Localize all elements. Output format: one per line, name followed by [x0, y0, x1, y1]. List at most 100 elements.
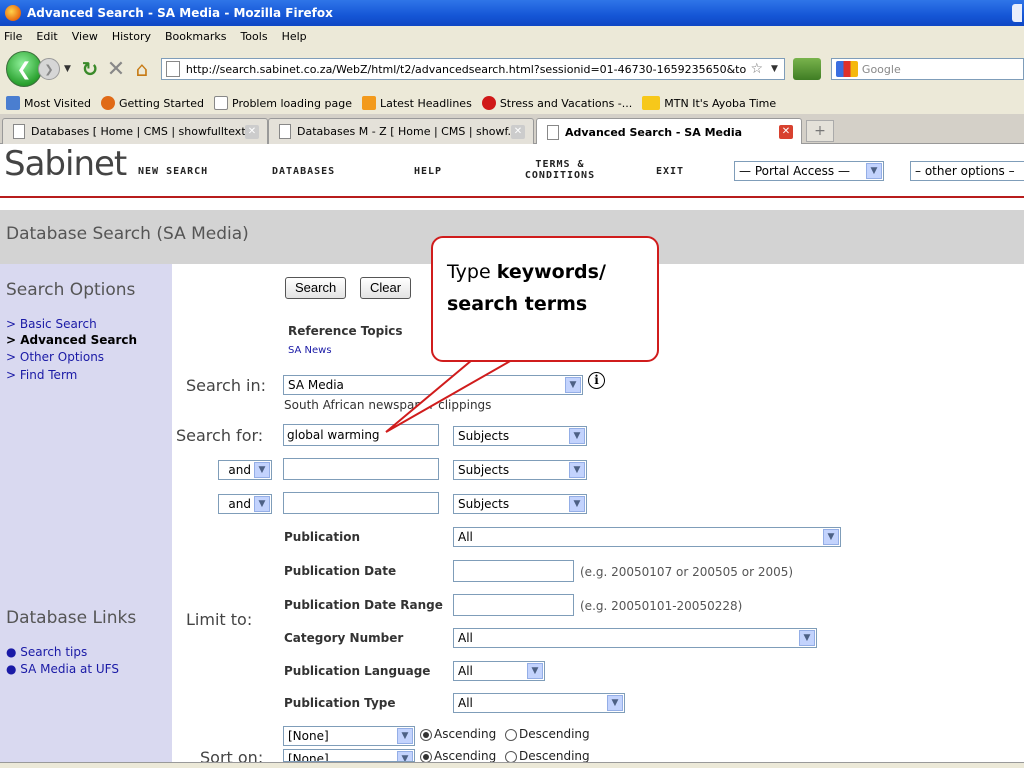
bookmark-problem-loading[interactable]: Problem loading page	[214, 96, 352, 110]
sa-news-link[interactable]: SA News	[288, 345, 332, 356]
menu-help[interactable]: Help	[282, 30, 307, 43]
search-term-input-3[interactable]	[283, 492, 439, 514]
bookmark-mtn[interactable]: MTN It's Ayoba Time	[642, 96, 776, 110]
portal-access-select[interactable]: — Portal Access — ▼	[734, 161, 884, 181]
ascending-radio-1[interactable]	[420, 729, 432, 741]
google-icon[interactable]	[835, 61, 858, 77]
other-options-select[interactable]: – other options –	[910, 161, 1024, 181]
callout-prefix: Type	[447, 261, 497, 283]
menu-bar: File Edit View History Bookmarks Tools H…	[0, 26, 1024, 46]
window-title: Advanced Search - SA Media - Mozilla Fir…	[27, 6, 333, 20]
bookmark-most-visited[interactable]: Most Visited	[6, 96, 91, 110]
tab-advanced-search[interactable]: Advanced Search - SA Media ✕	[536, 118, 802, 145]
sidebar-link-other-options[interactable]: > Other Options	[6, 350, 104, 364]
close-icon[interactable]: ✕	[779, 125, 793, 139]
search-in-label: Search in:	[186, 376, 267, 395]
nav-new-search[interactable]: NEW SEARCH	[138, 166, 208, 177]
new-tab-button[interactable]: +	[806, 120, 834, 142]
search-button[interactable]: Search	[285, 277, 347, 299]
close-icon[interactable]: ✕	[511, 125, 525, 139]
limit-category-label: Category Number	[284, 631, 404, 645]
sort-select-1[interactable]: [None] ▼	[283, 726, 415, 746]
clear-button[interactable]: Clear	[360, 277, 412, 299]
page-icon	[165, 61, 180, 77]
menu-tools[interactable]: Tools	[240, 30, 267, 43]
nav-exit[interactable]: EXIT	[656, 166, 684, 177]
menu-history[interactable]: History	[112, 30, 151, 43]
db-link-sa-media-ufs[interactable]: ● SA Media at UFS	[6, 662, 119, 676]
info-icon[interactable]: i	[588, 372, 605, 389]
ascending-label-2: Ascending	[434, 749, 497, 763]
firefox-icon	[5, 5, 21, 21]
limit-date-range-label: Publication Date Range	[284, 598, 443, 612]
menu-view[interactable]: View	[72, 30, 98, 43]
limit-to-label: Limit to:	[186, 610, 253, 629]
menu-bookmarks[interactable]: Bookmarks	[165, 30, 226, 43]
rss-icon	[361, 96, 376, 110]
sort-select-2[interactable]: [None] ▼	[283, 749, 415, 762]
bookmark-star-icon[interactable]: ☆	[750, 61, 763, 77]
field-select-1[interactable]: Subjects ▼	[453, 426, 587, 446]
category-select[interactable]: All ▼	[453, 628, 817, 648]
close-icon[interactable]: ✕	[245, 125, 259, 139]
nav-help[interactable]: HELP	[414, 166, 442, 177]
sabinet-logo[interactable]: Sabinet	[4, 144, 127, 184]
window-titlebar: Advanced Search - SA Media - Mozilla Fir…	[0, 0, 1024, 26]
search-term-input-2[interactable]	[283, 458, 439, 480]
url-text[interactable]: http://search.sabinet.co.za/WebZ/html/t2…	[186, 63, 747, 76]
publication-date-hint: (e.g. 20050107 or 200505 or 2005)	[580, 565, 794, 579]
chevron-down-icon: ▼	[823, 529, 839, 545]
forward-button[interactable]: ❯	[38, 58, 60, 80]
descending-radio-1[interactable]	[505, 729, 517, 741]
sidebar-link-find-term[interactable]: > Find Term	[6, 368, 77, 382]
bookmark-latest-headlines[interactable]: Latest Headlines	[361, 96, 472, 110]
callout-box: Type keywords/ search terms	[431, 236, 659, 362]
limit-type-label: Publication Type	[284, 696, 396, 710]
reload-icon[interactable]: ↻	[77, 57, 103, 81]
search-placeholder: Google	[861, 62, 901, 76]
menu-edit[interactable]: Edit	[36, 30, 57, 43]
back-button[interactable]: ❮	[6, 51, 42, 87]
history-dropdown-icon[interactable]: ▼	[64, 64, 71, 74]
chevron-down-icon: ▼	[569, 496, 585, 512]
firefox-small-icon	[100, 96, 115, 110]
database-select[interactable]: SA Media ▼	[283, 375, 583, 395]
language-select[interactable]: All ▼	[453, 661, 545, 681]
search-term-input-1[interactable]: global warming	[283, 424, 439, 446]
nav-terms-conditions[interactable]: TERMS & CONDITIONS	[520, 159, 600, 181]
limit-publication-label: Publication	[284, 530, 361, 544]
bookmark-getting-started[interactable]: Getting Started	[100, 96, 204, 110]
operator-select-1[interactable]: and ▼	[218, 460, 272, 480]
url-dropdown-icon[interactable]: ▼	[771, 64, 778, 74]
status-bar	[0, 762, 1024, 768]
nav-databases[interactable]: DATABASES	[272, 166, 335, 177]
menu-file[interactable]: File	[4, 30, 22, 43]
tab-databases-home[interactable]: Databases [ Home | CMS | showfulltext ] …	[2, 118, 268, 144]
publication-select[interactable]: All ▼	[453, 527, 841, 547]
db-link-search-tips[interactable]: ● Search tips	[6, 645, 87, 659]
search-box[interactable]: Google	[830, 58, 1024, 80]
chevron-down-icon: ▼	[607, 695, 623, 711]
database-links-title: Database Links	[6, 608, 137, 628]
reference-topics-label: Reference Topics	[288, 324, 403, 338]
tab-databases-m-z[interactable]: Databases M - Z [ Home | CMS | showf... …	[268, 118, 534, 144]
chevron-down-icon: ▼	[254, 496, 270, 512]
stop-icon[interactable]: ✕	[103, 57, 129, 82]
addon-icon[interactable]	[792, 58, 821, 80]
operator-select-2[interactable]: and ▼	[218, 494, 272, 514]
sidebar: Search Options > Basic Search > Advanced…	[0, 264, 172, 768]
window-control-button[interactable]	[1012, 4, 1022, 22]
type-select[interactable]: All ▼	[453, 693, 625, 713]
site-header: Sabinet NEW SEARCH DATABASES HELP TERMS …	[0, 144, 1024, 198]
date-range-input[interactable]	[453, 594, 574, 616]
field-select-3[interactable]: Subjects ▼	[453, 494, 587, 514]
bookmark-stress-vacations[interactable]: Stress and Vacations -...	[481, 96, 632, 110]
publication-date-input[interactable]	[453, 560, 574, 582]
home-icon[interactable]: ⌂	[129, 57, 155, 81]
sidebar-link-basic-search[interactable]: > Basic Search	[6, 317, 97, 331]
address-bar[interactable]: http://search.sabinet.co.za/WebZ/html/t2…	[160, 58, 785, 80]
sidebar-link-advanced-search[interactable]: > Advanced Search	[6, 333, 137, 347]
search-options-title: Search Options	[6, 280, 136, 300]
database-description: South African newspaper clippings	[284, 398, 492, 412]
field-select-2[interactable]: Subjects ▼	[453, 460, 587, 480]
